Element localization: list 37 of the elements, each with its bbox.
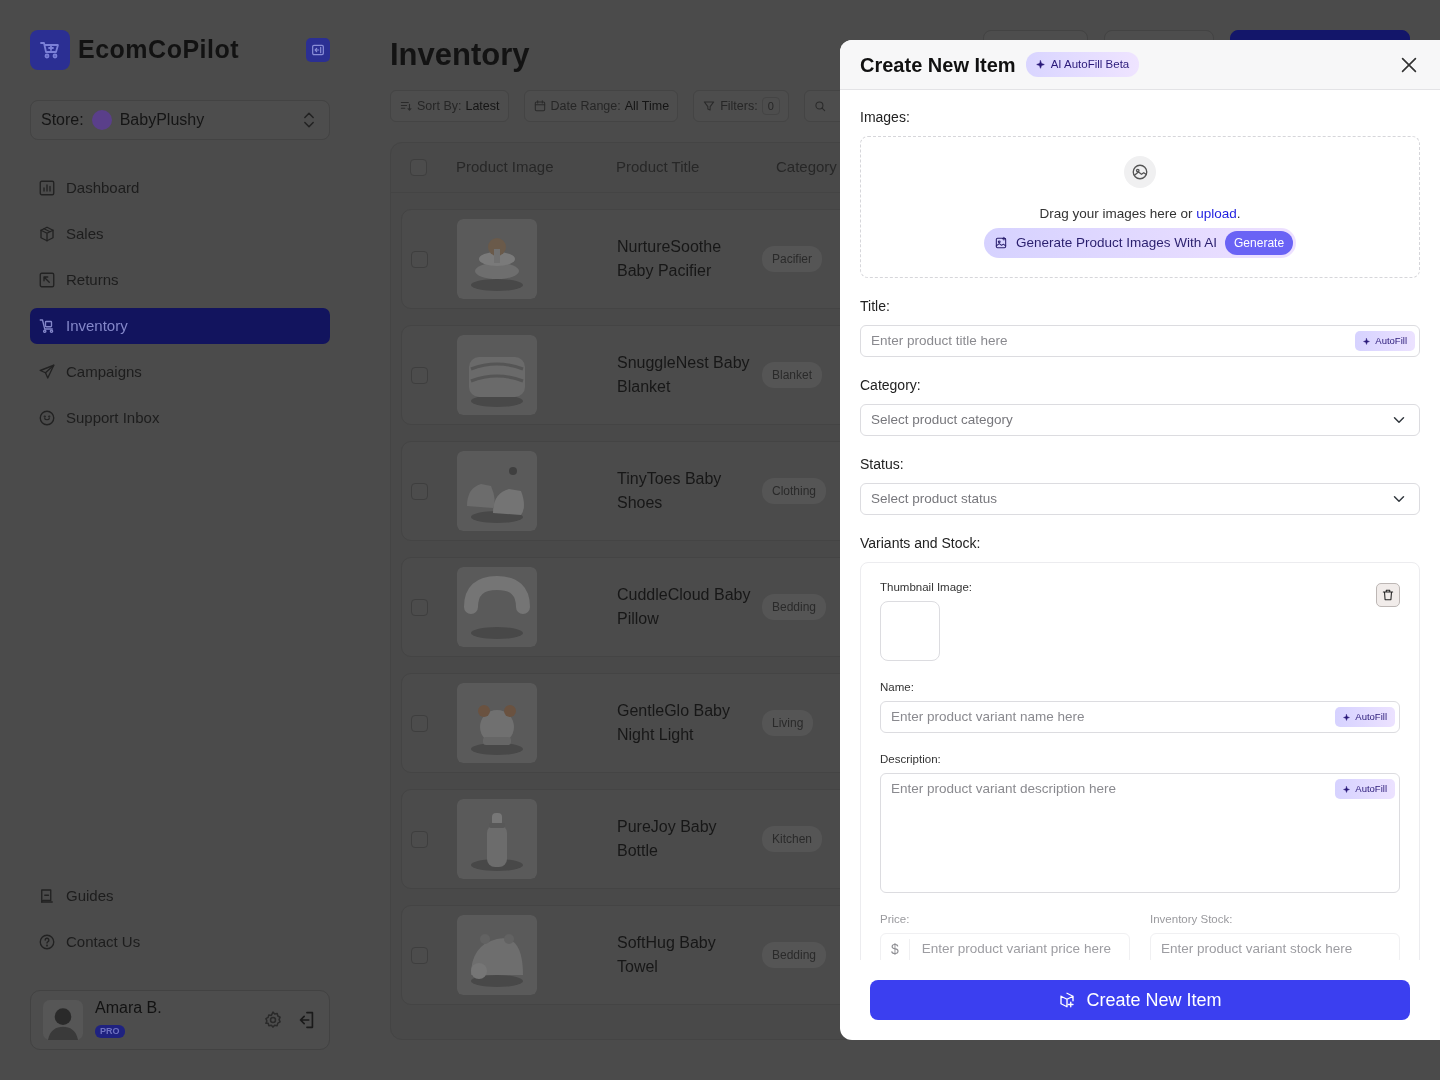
currency-prefix: $ [891, 938, 910, 960]
field-label: Thumbnail Image: [880, 580, 973, 595]
store-label: Store: [41, 110, 84, 130]
field-label: Title: [860, 297, 891, 316]
field-label: Inventory Stock: [1150, 912, 1234, 927]
text-field[interactable]: Enter product title here AutoFill [860, 325, 1420, 357]
page-title: Inventory [390, 36, 530, 74]
autofill-button[interactable]: AutoFill [1335, 779, 1395, 800]
upload-hint: Drag your images here or upload. [1039, 204, 1241, 223]
panel-title: Create New Item [860, 52, 1016, 77]
generate-button[interactable]: Generate [1225, 231, 1294, 256]
field-label: Category: [860, 376, 922, 395]
ai-badge: AI AutoFill Beta [1025, 51, 1140, 78]
image-dropzone[interactable]: Drag your images here or upload. Generate Product Images With AI Generate [860, 136, 1420, 278]
stock-field[interactable]: Enter product variant stock here [1150, 933, 1400, 960]
store-name: BabyPlushy [119, 110, 205, 130]
field-label: Description: [880, 752, 942, 767]
textarea-field[interactable]: Enter product variant description here AutoFill [880, 773, 1400, 893]
plan-badge: PRO [95, 1024, 125, 1038]
create-item-button[interactable]: Create New Item [870, 980, 1410, 1020]
field-label: Images: [860, 108, 911, 127]
field-label: Status: [860, 455, 905, 474]
field-label: Name: [880, 680, 915, 695]
price-field[interactable]: $ Enter product variant price here [880, 933, 1130, 960]
nav-item[interactable]: Inventory [30, 308, 330, 344]
user-name: Amara B. [95, 999, 162, 1017]
brand-name: EcomCoPilot [78, 34, 240, 66]
field-label: Price: [880, 912, 911, 927]
generate-label: Generate Product Images With AI [1015, 234, 1218, 252]
autofill-button[interactable]: AutoFill [1335, 706, 1395, 728]
dropdown-field[interactable]: Select product status [860, 483, 1420, 515]
dropdown-field[interactable]: Select product category [860, 404, 1420, 436]
text-field[interactable]: Enter product variant name here AutoFill [880, 701, 1400, 733]
autofill-button[interactable]: AutoFill [1355, 330, 1415, 352]
field-label: Variants and Stock: [860, 534, 982, 553]
generate-images-bar[interactable]: Generate Product Images With AI Generate [983, 228, 1297, 259]
upload-link[interactable]: upload [1196, 205, 1237, 221]
